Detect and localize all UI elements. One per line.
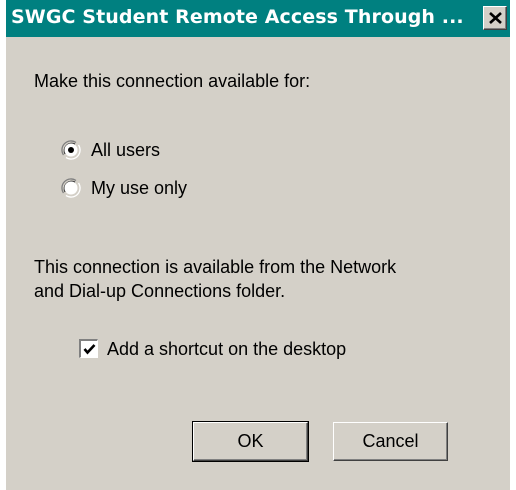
radio-my-use-only-label[interactable]: My use only (91, 178, 187, 199)
radio-all-users-indicator[interactable] (61, 140, 81, 160)
shortcut-checkbox[interactable] (79, 339, 98, 358)
availability-prompt: Make this connection available for: (34, 71, 311, 91)
info-text-line-1: This connection is available from the Ne… (34, 257, 397, 277)
info-text-line-2: and Dial-up Connections folder. (34, 281, 286, 301)
title-bar[interactable]: SWGC Student Remote Access Through ... (6, 0, 510, 37)
close-icon (489, 12, 502, 24)
close-button[interactable] (483, 6, 507, 30)
window-title: SWGC Student Remote Access Through ... (11, 6, 464, 28)
checkmark-icon (83, 344, 96, 355)
radio-my-use-only-indicator[interactable] (61, 178, 81, 198)
shortcut-checkbox-label[interactable]: Add a shortcut on the desktop (107, 339, 346, 360)
connection-dialog: SWGC Student Remote Access Through ... M… (6, 0, 510, 490)
radio-all-users-label[interactable]: All users (91, 140, 160, 161)
cancel-button[interactable]: Cancel (333, 422, 448, 461)
ok-button[interactable]: OK (192, 421, 309, 462)
